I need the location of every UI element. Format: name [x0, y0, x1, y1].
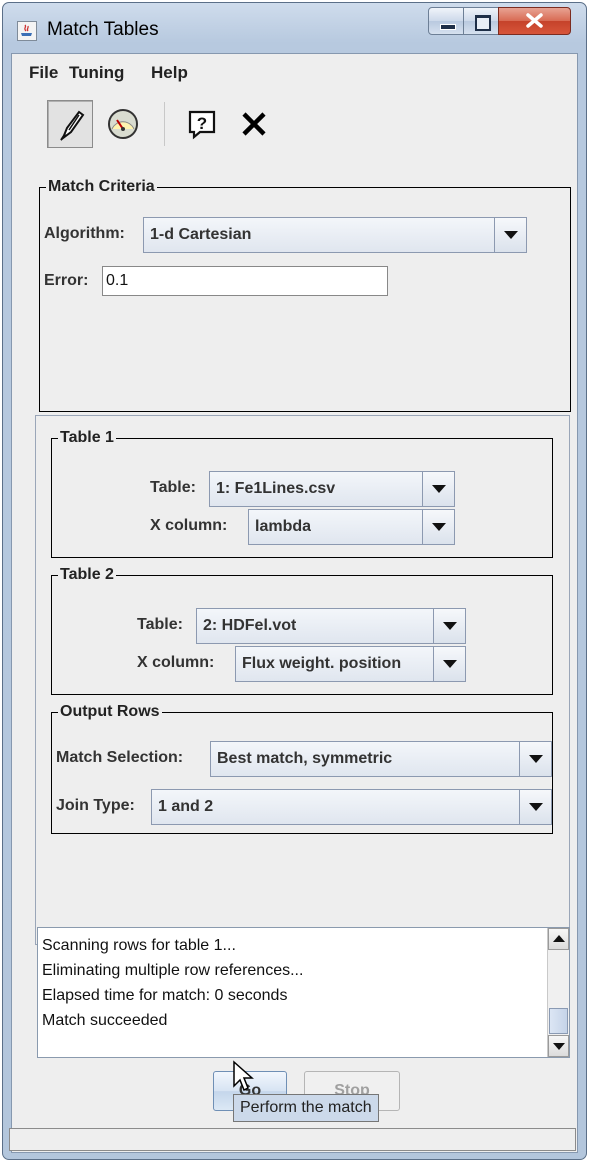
output-rows-title: Output Rows	[58, 703, 162, 721]
tables-panel: Table 1 Table: 1: Fe1Lines.csv X column:…	[35, 415, 570, 945]
table1-group: Table 1 Table: 1: Fe1Lines.csv X column:…	[51, 429, 553, 558]
log-line: Elapsed time for match: 0 seconds	[42, 987, 288, 1004]
log-line: Match succeeded	[42, 1012, 168, 1029]
maximize-icon	[475, 15, 491, 31]
error-input[interactable]: 0.1	[102, 266, 388, 296]
mouse-cursor-icon	[233, 1060, 254, 1092]
algorithm-select[interactable]: 1-d Cartesian	[143, 217, 527, 253]
help-button[interactable]: ?	[179, 100, 225, 148]
toolbar: ?	[12, 90, 577, 152]
go-tooltip: Perform the match	[233, 1094, 379, 1122]
table1-xcolumn-value: lambda	[255, 518, 312, 535]
join-type-label: Join Type:	[56, 797, 135, 814]
chevron-down-icon[interactable]	[433, 609, 465, 643]
gauge-icon	[108, 109, 138, 139]
chevron-down-icon[interactable]	[519, 790, 551, 824]
match-criteria-group: Match Criteria Algorithm: 1-d Cartesian …	[39, 178, 571, 412]
close-button[interactable]	[498, 7, 571, 35]
feather-pen-icon	[60, 110, 85, 141]
algorithm-value: 1-d Cartesian	[150, 226, 252, 243]
chevron-down-icon[interactable]	[433, 647, 465, 681]
error-label: Error:	[44, 272, 89, 289]
match-selection-label: Match Selection:	[56, 749, 184, 766]
scroll-thumb[interactable]	[549, 1008, 568, 1034]
chevron-down-icon	[553, 1043, 565, 1050]
chevron-up-icon	[553, 935, 565, 942]
java-app-icon	[17, 21, 37, 41]
match-selection-value: Best match, symmetric	[217, 750, 393, 767]
chevron-down-icon[interactable]	[422, 472, 454, 506]
window-title: Match Tables	[47, 19, 159, 40]
table1-xcolumn-label: X column:	[150, 517, 228, 534]
client-area: File Tuning Help ? Match Criteria Algori…	[11, 53, 578, 1153]
close-icon	[526, 13, 543, 28]
status-bar	[9, 1128, 576, 1151]
toolbar-separator	[164, 102, 165, 146]
table1-value: 1: Fe1Lines.csv	[216, 480, 336, 497]
chevron-down-icon[interactable]	[494, 218, 526, 252]
match-selection-select[interactable]: Best match, symmetric	[210, 741, 552, 777]
menu-bar: File Tuning Help	[12, 54, 577, 88]
minimize-button[interactable]	[428, 7, 464, 35]
match-criteria-title: Match Criteria	[46, 178, 157, 196]
table2-xcolumn-value: Flux weight. position	[242, 655, 402, 672]
table2-select[interactable]: 2: HDFel.vot	[196, 608, 466, 644]
log-line: Scanning rows for table 1...	[42, 937, 236, 954]
table1-xcolumn-select[interactable]: lambda	[248, 509, 455, 545]
menu-help[interactable]: Help	[151, 63, 188, 83]
table2-table-label: Table:	[137, 616, 183, 633]
join-type-value: 1 and 2	[158, 798, 214, 815]
algorithm-label: Algorithm:	[44, 225, 125, 242]
table2-xcolumn-label: X column:	[137, 654, 215, 671]
match-criteria-button[interactable]	[47, 100, 93, 148]
join-type-select[interactable]: 1 and 2	[151, 789, 552, 825]
help-bubble-icon: ?	[188, 110, 216, 140]
maximize-button[interactable]	[463, 7, 499, 35]
table2-value: 2: HDFel.vot	[203, 617, 297, 634]
table1-title: Table 1	[58, 429, 116, 447]
table2-title: Table 2	[58, 566, 116, 584]
table1-table-label: Table:	[150, 479, 196, 496]
menu-tuning[interactable]: Tuning	[69, 63, 124, 83]
minimize-icon	[440, 24, 456, 30]
scroll-down-button[interactable]	[548, 1035, 569, 1057]
close-x-icon	[242, 112, 266, 136]
table2-group: Table 2 Table: 2: HDFel.vot X column: Fl…	[51, 566, 553, 695]
svg-text:?: ?	[197, 114, 207, 133]
scroll-up-button[interactable]	[548, 928, 569, 950]
log-text-area[interactable]: Scanning rows for table 1... Eliminating…	[37, 927, 570, 1058]
chevron-down-icon[interactable]	[422, 510, 454, 544]
log-scrollbar[interactable]	[547, 928, 569, 1057]
chevron-down-icon[interactable]	[519, 742, 551, 776]
table2-xcolumn-select[interactable]: Flux weight. position	[235, 646, 466, 682]
close-window-button[interactable]	[231, 100, 277, 148]
output-rows-group: Output Rows Match Selection: Best match,…	[51, 703, 553, 834]
main-window: Match Tables File Tuning Help ? Match Cr…	[2, 2, 587, 1160]
title-bar[interactable]: Match Tables	[3, 3, 586, 51]
log-line: Eliminating multiple row references...	[42, 962, 304, 979]
menu-file[interactable]: File	[29, 63, 58, 83]
tuning-gauge-button[interactable]	[99, 100, 145, 148]
table1-select[interactable]: 1: Fe1Lines.csv	[209, 471, 455, 507]
